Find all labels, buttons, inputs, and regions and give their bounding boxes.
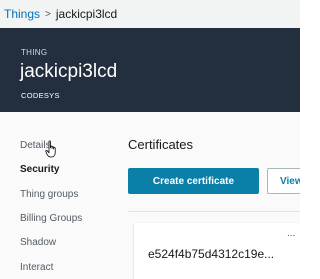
sidebar-nav: Details Security Thing groups Billing Gr… — [0, 112, 110, 279]
create-certificate-button[interactable]: Create certificate — [128, 168, 259, 194]
sidebar-item-shadow[interactable]: Shadow — [20, 237, 56, 248]
more-options-icon[interactable]: ... — [287, 228, 295, 239]
sidebar-item-interact[interactable]: Interact — [20, 262, 53, 273]
thing-detail-page: Things > jackicpi3lcd THING jackicpi3lcd… — [0, 0, 300, 279]
breadcrumb-separator: > — [45, 8, 51, 20]
certificate-card[interactable]: ... e524f4b75d4312c19e... — [134, 223, 300, 279]
thing-header: THING jackicpi3lcd CODESYS — [0, 28, 300, 112]
certificates-heading: Certificates — [128, 137, 194, 152]
certificate-id-link[interactable]: e524f4b75d4312c19e... — [148, 247, 274, 261]
divider — [128, 211, 300, 212]
hand-cursor-icon — [45, 140, 56, 158]
breadcrumb: Things > jackicpi3lcd — [0, 0, 300, 28]
thing-subtitle: CODESYS — [21, 91, 60, 100]
thing-type-label: THING — [21, 48, 48, 57]
sidebar-item-thing-groups[interactable]: Thing groups — [20, 189, 78, 200]
breadcrumb-current: jackicpi3lcd — [55, 7, 118, 21]
breadcrumb-things-link[interactable]: Things — [4, 7, 40, 21]
main-content: Certificates Create certificate View oth… — [110, 112, 300, 279]
sidebar-item-billing-groups[interactable]: Billing Groups — [20, 213, 82, 224]
view-other-button[interactable]: View oth — [267, 168, 300, 194]
sidebar-item-security[interactable]: Security — [20, 164, 59, 175]
page-title: jackicpi3lcd — [20, 61, 118, 82]
